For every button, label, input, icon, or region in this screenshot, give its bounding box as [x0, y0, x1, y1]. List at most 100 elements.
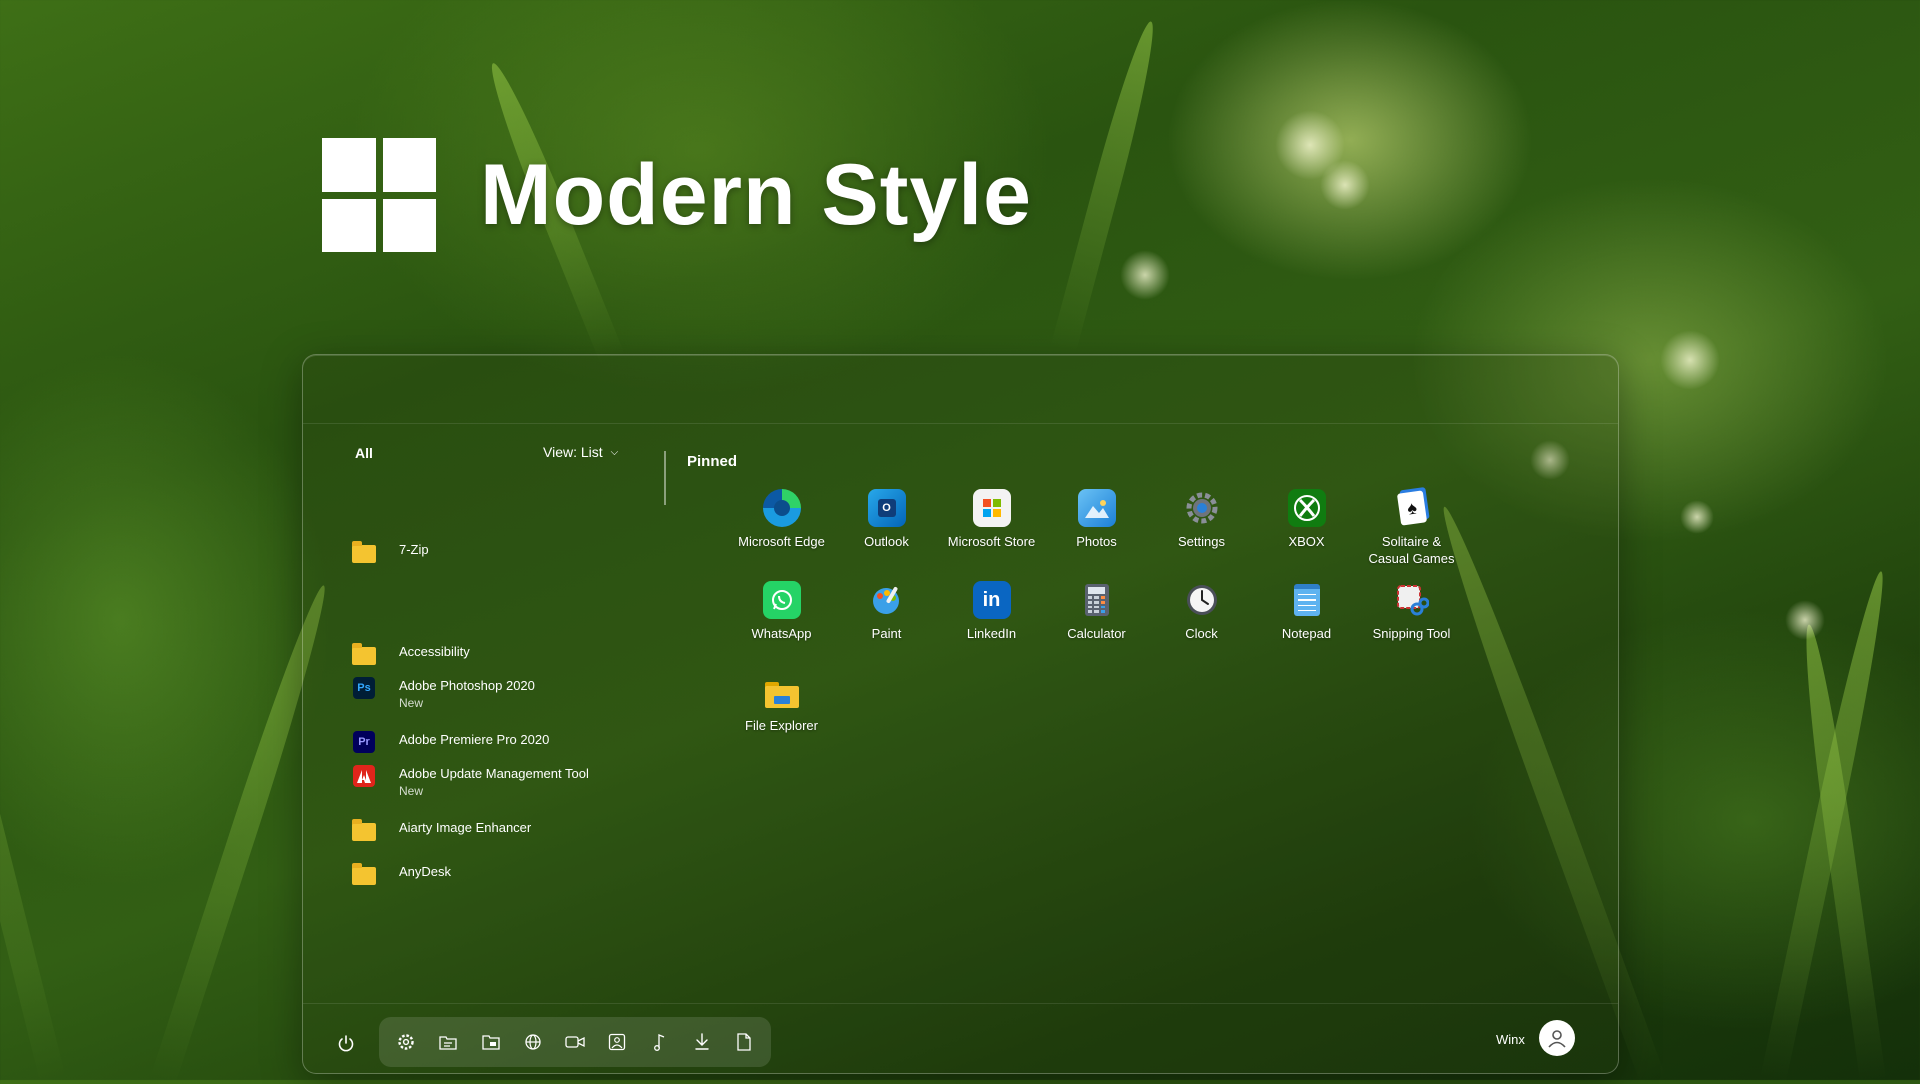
tile-label: LinkedIn	[966, 626, 1017, 641]
app-name: Adobe Photoshop 2020	[399, 678, 535, 693]
tile-label: Microsoft Edge	[738, 534, 825, 549]
all-apps-heading: All	[355, 445, 373, 461]
tile-label: Paint	[871, 626, 902, 641]
power-button[interactable]	[329, 1027, 363, 1061]
pinned-tile-snipping-tool[interactable]: Snipping Tool	[1359, 581, 1464, 673]
downloads-icon	[694, 1033, 709, 1050]
pinned-heading: Pinned	[687, 453, 738, 470]
pinned-tile-paint[interactable]: Paint	[834, 581, 939, 673]
view-mode-dropdown[interactable]: View: List ⌵	[543, 444, 618, 460]
bokeh-light	[1660, 330, 1720, 390]
tile-label: Settings	[1178, 534, 1225, 549]
app-list-item[interactable]: Accessibility	[351, 641, 651, 667]
app-list-item[interactable]: Pr Adobe Premiere Pro 2020	[351, 729, 651, 755]
quick-folders-toolbar	[379, 1017, 771, 1067]
start-menu: All View: List ⌵ 7-Zip Accessibility Ps …	[302, 354, 1619, 1074]
pinned-tile-solitaire[interactable]: ♠ Solitaire & Casual Games	[1359, 489, 1464, 581]
chevron-down-icon: ⌵	[610, 446, 619, 458]
photoshop-icon: Ps	[351, 675, 377, 701]
pinned-tile-edge[interactable]: Microsoft Edge	[729, 489, 834, 581]
pinned-tile-xbox[interactable]: XBOX	[1254, 489, 1359, 581]
file-explorer-icon	[481, 1035, 500, 1050]
pinned-tile-calculator[interactable]: Calculator	[1044, 581, 1149, 673]
pinned-tile-notepad[interactable]: Notepad	[1254, 581, 1359, 673]
whatsapp-icon	[762, 581, 801, 619]
app-list-item[interactable]: Adobe Update Management Tool New	[351, 763, 651, 798]
adobe-icon	[351, 763, 377, 789]
tile-label: WhatsApp	[751, 626, 812, 641]
tile-label: Calculator	[1067, 626, 1126, 641]
app-list-item[interactable]: 7-Zip	[351, 539, 651, 565]
column-divider	[664, 451, 666, 505]
user-avatar[interactable]	[1539, 1020, 1575, 1056]
folder-icon	[351, 641, 377, 667]
pinned-tile-settings[interactable]: Settings	[1149, 489, 1254, 581]
documents-folder-button[interactable]	[432, 1026, 464, 1058]
app-name: Accessibility	[399, 644, 470, 659]
photoshop-badge: Ps	[353, 677, 375, 699]
app-name: Adobe Update Management Tool	[399, 766, 589, 781]
folder-icon	[351, 539, 377, 565]
app-list-item[interactable]: Aiarty Image Enhancer	[351, 817, 651, 843]
file-explorer-icon	[763, 673, 801, 711]
pinned-grid: Microsoft Edge O Outlook Microsoft Store…	[729, 489, 1464, 765]
pictures-button[interactable]	[601, 1026, 633, 1058]
hero-title: Modern Style	[480, 146, 1032, 243]
app-list-item[interactable]: Ps Adobe Photoshop 2020 New	[351, 675, 651, 710]
new-badge: New	[399, 784, 424, 798]
network-button[interactable]	[517, 1026, 549, 1058]
folder-icon	[351, 817, 377, 843]
tile-label: Photos	[1076, 534, 1117, 549]
file-explorer-button[interactable]	[475, 1026, 507, 1058]
network-icon	[525, 1034, 541, 1050]
pictures-icon	[609, 1033, 626, 1051]
edge-icon	[762, 489, 801, 527]
documents-folder-icon	[439, 1036, 457, 1050]
pinned-tile-whatsapp[interactable]: WhatsApp	[729, 581, 834, 673]
windows-logo-icon	[322, 138, 436, 252]
bokeh-light	[1320, 160, 1370, 210]
premiere-badge: Pr	[353, 731, 375, 753]
app-name: Adobe Premiere Pro 2020	[399, 732, 550, 747]
outlook-glyph: O	[877, 499, 896, 517]
videos-icon	[565, 1036, 585, 1048]
divider	[303, 1003, 1618, 1004]
music-button[interactable]	[643, 1026, 675, 1058]
pinned-tile-outlook[interactable]: O Outlook	[834, 489, 939, 581]
settings-icon	[398, 1034, 414, 1050]
snipping-tool-icon	[1393, 581, 1431, 619]
user-name: Winx	[1496, 1032, 1525, 1047]
tile-label: Clock	[1185, 626, 1218, 641]
notepad-icon	[1288, 581, 1326, 619]
tile-label: Notepad	[1281, 626, 1332, 641]
divider	[303, 423, 1618, 424]
bokeh-light	[1785, 600, 1825, 640]
pinned-tile-photos[interactable]: Photos	[1044, 489, 1149, 581]
app-name: AnyDesk	[399, 864, 452, 879]
tile-label: Outlook	[864, 534, 909, 549]
outlook-icon: O	[867, 489, 906, 527]
bokeh-light	[1120, 250, 1170, 300]
hero-banner: Modern Style	[322, 138, 1032, 252]
solitaire-icon: ♠	[1393, 489, 1431, 527]
file-button[interactable]	[728, 1026, 760, 1058]
tile-label: XBOX	[1288, 534, 1325, 549]
premiere-icon: Pr	[351, 729, 377, 755]
music-icon	[654, 1034, 665, 1051]
xbox-icon	[1287, 489, 1326, 527]
pinned-tile-clock[interactable]: Clock	[1149, 581, 1254, 673]
settings-button[interactable]	[390, 1026, 422, 1058]
downloads-button[interactable]	[686, 1026, 718, 1058]
power-icon	[338, 1035, 354, 1052]
pinned-tile-store[interactable]: Microsoft Store	[939, 489, 1044, 581]
pinned-tile-file-explorer[interactable]: File Explorer	[729, 673, 834, 765]
videos-button[interactable]	[559, 1026, 591, 1058]
folder-icon	[351, 861, 377, 887]
app-list-item[interactable]: AnyDesk	[351, 861, 651, 887]
store-icon	[972, 489, 1011, 527]
view-mode-label: View: List	[543, 444, 603, 460]
pinned-tile-linkedin[interactable]: in LinkedIn	[939, 581, 1044, 673]
calculator-icon	[1078, 581, 1116, 619]
grass-blade	[0, 436, 66, 1084]
tile-label: Microsoft Store	[947, 534, 1036, 549]
